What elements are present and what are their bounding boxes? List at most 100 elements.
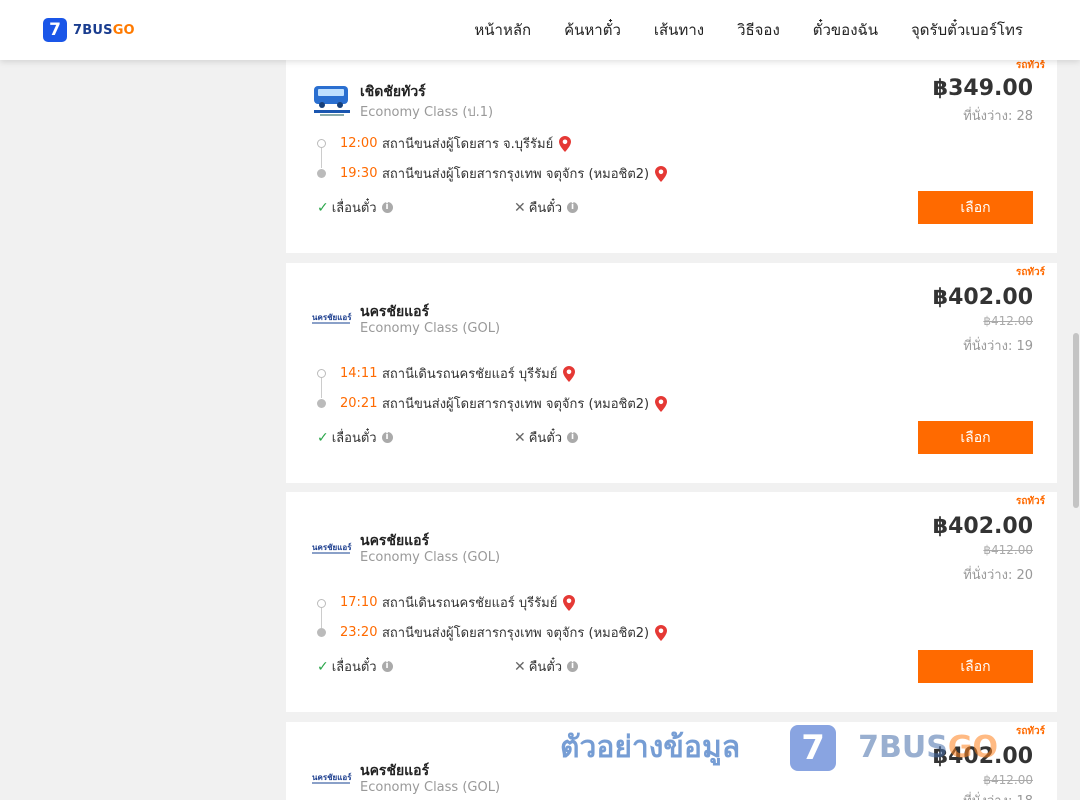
- nav-routes[interactable]: เส้นทาง: [654, 19, 704, 41]
- arrival-place: สถานีขนส่งผู้โดยสารกรุงเทพ จตุจักร (หมอช…: [382, 397, 650, 412]
- departure-place: สถานีเดินรถนครชัยแอร์ บุรีรัมย์: [382, 367, 558, 382]
- logo-badge-icon: 7: [43, 18, 67, 42]
- departure-stop: 14:11 สถานีเดินรถนครชัยแอร์ บุรีรัมย์: [340, 363, 576, 384]
- reschedule-policy: ✓ เลื่อนตั๋ว i: [317, 197, 393, 218]
- info-icon[interactable]: i: [567, 661, 579, 672]
- departure-place: สถานีขนส่งผู้โดยสาร จ.บุรีรัมย์: [382, 137, 554, 152]
- info-icon[interactable]: i: [567, 432, 579, 443]
- operator-name: นครชัยแอร์: [360, 304, 430, 320]
- bus-type-tag: รถทัวร์: [1015, 60, 1045, 71]
- cross-icon: ✕: [514, 429, 526, 446]
- original-price: ฿412.00: [983, 773, 1033, 787]
- trip-card: รถทัวร์ เชิดชัยทัวร์ Economy Class (ป.1)…: [286, 52, 1057, 253]
- map-pin-icon[interactable]: [655, 624, 668, 641]
- check-icon: ✓: [317, 199, 329, 216]
- trip-card: รถทัวร์ นครชัยแอร์ นครชัยแอร์ Economy Cl…: [286, 263, 1057, 483]
- svg-text:นครชัยแอร์: นครชัยแอร์: [312, 312, 352, 322]
- original-price: ฿412.00: [983, 314, 1033, 328]
- select-button[interactable]: เลือก: [918, 191, 1033, 224]
- refund-policy: ✕ คืนตั๋ว i: [514, 656, 579, 677]
- select-button[interactable]: เลือก: [918, 421, 1033, 454]
- reschedule-policy: ✓ เลื่อนตั๋ว i: [317, 656, 393, 677]
- departure-time: 12:00: [340, 136, 378, 151]
- site-logo[interactable]: 7 7BUSGO: [43, 18, 135, 42]
- timeline-end-dot: [317, 628, 326, 637]
- timeline-start-dot: [317, 599, 326, 608]
- seats-available: ที่นั่งว่าง: 28: [963, 109, 1033, 124]
- refund-policy: ✕ คืนตั๋ว i: [514, 197, 579, 218]
- departure-stop: 17:10 สถานีเดินรถนครชัยแอร์ บุรีรัมย์: [340, 592, 576, 613]
- operator-name: นครชัยแอร์: [360, 533, 430, 549]
- seats-available: ที่นั่งว่าง: 19: [963, 339, 1033, 354]
- seat-class: Economy Class (GOL): [360, 780, 501, 795]
- nav-how-to-book[interactable]: วิธีจอง: [737, 19, 780, 41]
- info-icon[interactable]: i: [381, 432, 393, 443]
- svg-text:นครชัยแอร์: นครชัยแอร์: [312, 772, 352, 782]
- operator-name: เชิดชัยทัวร์: [360, 84, 426, 100]
- main-nav: หน้าหลัก ค้นหาตั๋ว เส้นทาง วิธีจอง ตั๋วข…: [474, 19, 1023, 41]
- nakhonchai-air-logo-icon: นครชัยแอร์: [312, 759, 352, 799]
- reschedule-label: เลื่อนตั๋ว: [331, 431, 377, 446]
- info-icon[interactable]: i: [381, 661, 393, 672]
- price: ฿349.00: [932, 76, 1033, 101]
- nav-ticket-pickup[interactable]: จุดรับตั๋วเบอร์โทร: [911, 19, 1023, 41]
- nav-search-tickets[interactable]: ค้นหาตั๋ว: [564, 19, 621, 41]
- seats-available: ที่นั่งว่าง: 18: [963, 790, 1033, 800]
- refund-policy: ✕ คืนตั๋ว i: [514, 427, 579, 448]
- arrival-stop: 19:30 สถานีขนส่งผู้โดยสารกรุงเทพ จตุจักร…: [340, 163, 668, 184]
- seats-available: ที่นั่งว่าง: 20: [963, 568, 1033, 583]
- sample-data-watermark: ตัวอย่างข้อมูล 7 7BUSGO: [560, 724, 998, 771]
- reschedule-label: เลื่อนตั๋ว: [331, 201, 377, 216]
- price: ฿402.00: [932, 514, 1033, 539]
- nav-my-tickets[interactable]: ตั๋วของฉัน: [813, 19, 878, 41]
- watermark-logo-icon: 7: [790, 724, 837, 771]
- price: ฿402.00: [932, 285, 1033, 310]
- reschedule-label: เลื่อนตั๋ว: [331, 660, 377, 675]
- watermark-text: ตัวอย่างข้อมูล: [560, 730, 741, 765]
- info-icon[interactable]: i: [381, 202, 393, 213]
- reschedule-policy: ✓ เลื่อนตั๋ว i: [317, 427, 393, 448]
- seat-class: Economy Class (GOL): [360, 321, 501, 336]
- check-icon: ✓: [317, 658, 329, 675]
- departure-stop: 12:00 สถานีขนส่งผู้โดยสาร จ.บุรีรัมย์: [340, 133, 572, 154]
- cherdchai-logo-icon: [312, 80, 352, 120]
- map-pin-icon[interactable]: [655, 395, 668, 412]
- arrival-stop: 23:20 สถานีขนส่งผู้โดยสารกรุงเทพ จตุจักร…: [340, 622, 668, 643]
- seat-class: Economy Class (GOL): [360, 550, 501, 565]
- refund-label: คืนตั๋ว: [528, 201, 563, 216]
- refund-label: คืนตั๋ว: [528, 431, 563, 446]
- map-pin-icon[interactable]: [563, 365, 576, 382]
- departure-place: สถานีเดินรถนครชัยแอร์ บุรีรัมย์: [382, 596, 558, 611]
- select-button[interactable]: เลือก: [918, 650, 1033, 683]
- nakhonchai-air-logo-icon: นครชัยแอร์: [312, 529, 352, 569]
- departure-time: 14:11: [340, 366, 378, 381]
- timeline-line: [321, 608, 322, 628]
- top-header: 7 7BUSGO หน้าหลัก ค้นหาตั๋ว เส้นทาง วิธี…: [0, 0, 1080, 60]
- nav-home[interactable]: หน้าหลัก: [474, 19, 531, 41]
- refund-label: คืนตั๋ว: [528, 660, 563, 675]
- bus-type-tag: รถทัวร์: [1015, 496, 1045, 507]
- scrollbar-thumb[interactable]: [1073, 333, 1079, 508]
- timeline-end-dot: [317, 399, 326, 408]
- operator-name: นครชัยแอร์: [360, 763, 430, 779]
- check-icon: ✓: [317, 429, 329, 446]
- logo-text: 7BUSGO: [73, 22, 135, 38]
- timeline-line: [321, 378, 322, 398]
- svg-text:นครชัยแอร์: นครชัยแอร์: [312, 542, 352, 552]
- trip-card: รถทัวร์ นครชัยแอร์ นครชัยแอร์ Economy Cl…: [286, 492, 1057, 712]
- watermark-brand: 7BUSGO: [858, 730, 998, 765]
- map-pin-icon[interactable]: [655, 165, 668, 182]
- info-icon[interactable]: i: [567, 202, 579, 213]
- arrival-time: 23:20: [340, 625, 378, 640]
- map-pin-icon[interactable]: [563, 594, 576, 611]
- timeline-end-dot: [317, 169, 326, 178]
- arrival-time: 19:30: [340, 166, 378, 181]
- cross-icon: ✕: [514, 658, 526, 675]
- arrival-stop: 20:21 สถานีขนส่งผู้โดยสารกรุงเทพ จตุจักร…: [340, 393, 668, 414]
- original-price: ฿412.00: [983, 543, 1033, 557]
- bus-type-tag: รถทัวร์: [1015, 267, 1045, 278]
- seat-class: Economy Class (ป.1): [360, 105, 494, 120]
- map-pin-icon[interactable]: [559, 135, 572, 152]
- arrival-place: สถานีขนส่งผู้โดยสารกรุงเทพ จตุจักร (หมอช…: [382, 626, 650, 641]
- cross-icon: ✕: [514, 199, 526, 216]
